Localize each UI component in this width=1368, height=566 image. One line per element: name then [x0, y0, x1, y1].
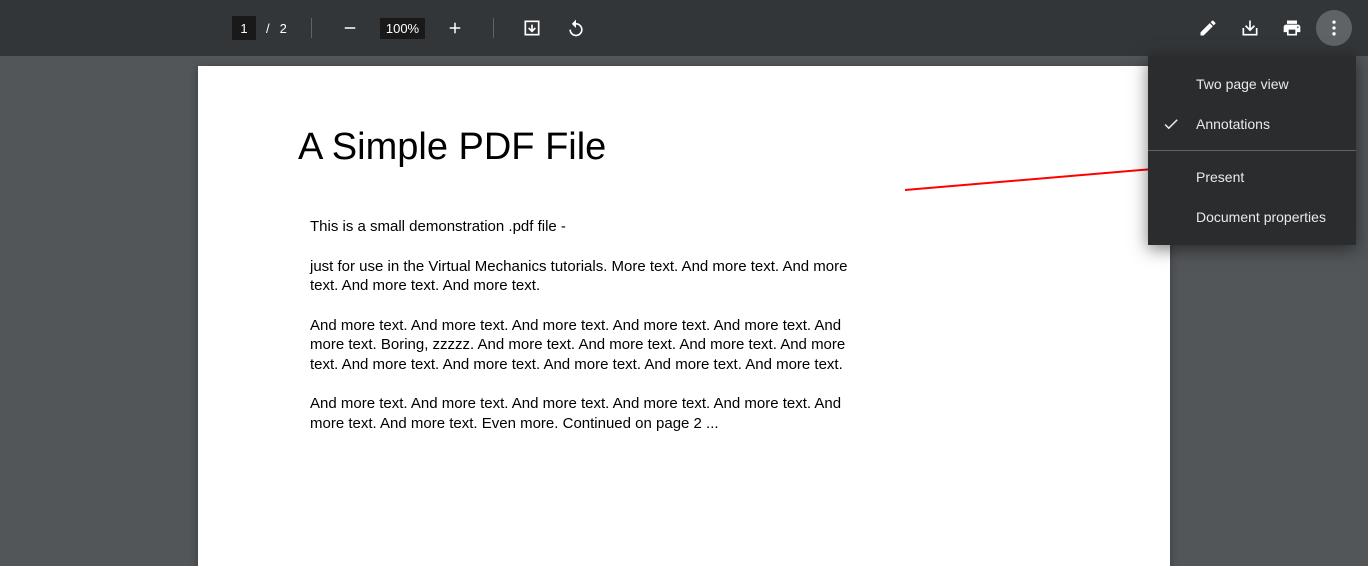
toolbar-divider [311, 18, 312, 38]
zoom-in-button[interactable] [437, 10, 473, 46]
fit-page-button[interactable] [514, 10, 550, 46]
download-button[interactable] [1232, 10, 1268, 46]
download-icon [1240, 18, 1260, 38]
toolbar-right-group [1190, 10, 1352, 46]
menu-item-label: Annotations [1196, 116, 1270, 132]
page-number-input[interactable] [232, 16, 256, 40]
fit-page-icon [522, 18, 542, 38]
zoom-out-button[interactable] [332, 10, 368, 46]
print-button[interactable] [1274, 10, 1310, 46]
pdf-page: A Simple PDF File This is a small demons… [198, 66, 1170, 566]
menu-item-present[interactable]: Present [1148, 157, 1356, 197]
document-paragraph: just for use in the Virtual Mechanics tu… [310, 257, 850, 296]
edit-button[interactable] [1190, 10, 1226, 46]
rotate-icon [566, 18, 586, 38]
toolbar-center-group: / 2 100% [232, 10, 594, 46]
document-paragraph: This is a small demonstration .pdf file … [310, 217, 850, 237]
document-paragraph: And more text. And more text. And more t… [310, 316, 850, 375]
plus-icon [446, 19, 464, 37]
page-separator: / [266, 21, 270, 36]
more-vert-icon [1324, 18, 1344, 38]
menu-item-two-page-view[interactable]: Two page view [1148, 64, 1356, 104]
menu-item-annotations[interactable]: Annotations [1148, 104, 1356, 144]
pdf-toolbar: / 2 100% [0, 0, 1368, 56]
menu-item-label: Two page view [1196, 76, 1289, 92]
print-icon [1282, 18, 1302, 38]
more-options-button[interactable] [1316, 10, 1352, 46]
more-options-menu: Two page view Annotations Present Docume… [1148, 56, 1356, 245]
pencil-icon [1198, 18, 1218, 38]
zoom-level-display[interactable]: 100% [380, 18, 425, 39]
toolbar-divider [493, 18, 494, 38]
menu-item-label: Document properties [1196, 209, 1326, 225]
document-title: A Simple PDF File [298, 126, 1070, 169]
menu-item-label: Present [1196, 169, 1244, 185]
minus-icon [341, 19, 359, 37]
document-paragraph: And more text. And more text. And more t… [310, 394, 850, 433]
menu-item-document-properties[interactable]: Document properties [1148, 197, 1356, 237]
menu-divider [1148, 150, 1356, 151]
check-icon [1162, 115, 1180, 133]
page-total: 2 [280, 21, 287, 36]
rotate-button[interactable] [558, 10, 594, 46]
